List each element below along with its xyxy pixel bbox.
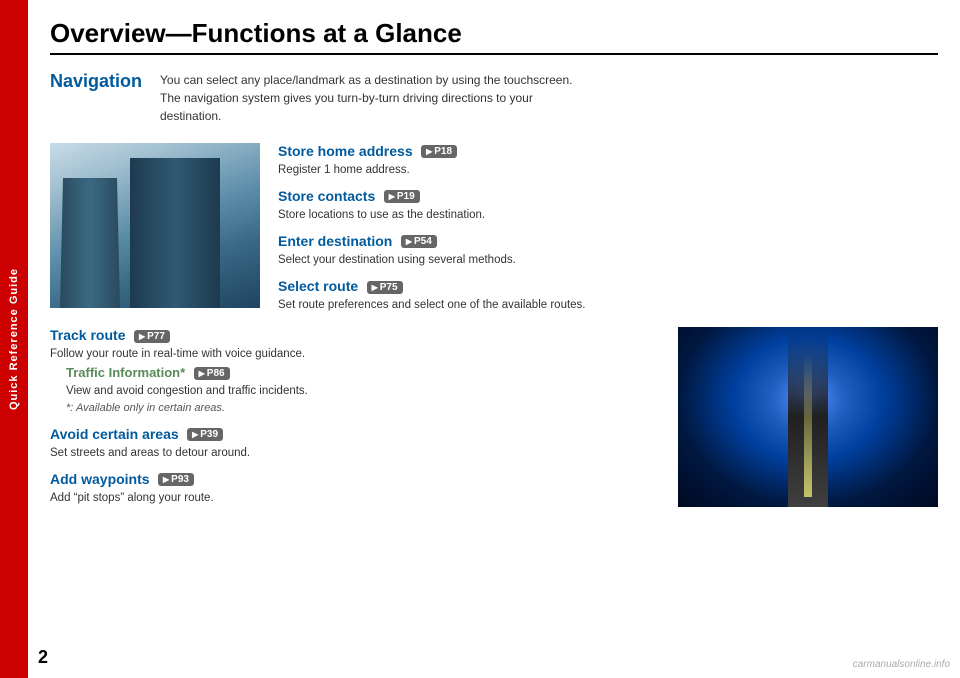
main-content: Overview—Functions at a Glance Navigatio… (28, 0, 960, 678)
building-illustration (50, 143, 260, 308)
list-item: Select route P75 Set route preferences a… (278, 278, 938, 313)
enter-destination-desc: Select your destination using several me… (278, 252, 938, 268)
bottom-items-list: Track route P77 Follow your route in rea… (50, 327, 658, 509)
watermark: carmanualsonline.info (853, 659, 950, 670)
store-home-ref: P18 (421, 145, 457, 158)
store-home-desc: Register 1 home address. (278, 162, 938, 178)
track-route-desc: Follow your route in real-time with voic… (50, 346, 658, 362)
road-illustration (678, 327, 938, 507)
store-contacts-ref: P19 (384, 190, 420, 203)
traffic-info-desc: View and avoid congestion and traffic in… (66, 383, 658, 399)
enter-destination-ref: P54 (401, 235, 437, 248)
sidebar-label: Quick Reference Guide (8, 268, 20, 410)
track-route-title: Track route (50, 327, 125, 343)
road-image (678, 327, 938, 507)
store-contacts-desc: Store locations to use as the destinatio… (278, 207, 938, 223)
traffic-info-item: Traffic Information* P86 View and avoid … (66, 364, 658, 413)
add-waypoints-title: Add waypoints (50, 471, 150, 487)
store-home-title: Store home address (278, 143, 413, 159)
track-route-ref: P77 (134, 330, 170, 343)
store-contacts-title: Store contacts (278, 188, 375, 204)
page-number: 2 (38, 647, 48, 668)
list-item: Store contacts P19 Store locations to us… (278, 188, 938, 223)
navigation-content-row: Store home address P18 Register 1 home a… (50, 143, 938, 317)
add-waypoints-ref: P93 (158, 473, 194, 486)
select-route-ref: P75 (367, 281, 403, 294)
list-item: Add waypoints P93 Add “pit stops” along … (50, 471, 658, 506)
avoid-areas-title: Avoid certain areas (50, 426, 179, 442)
page-title: Overview—Functions at a Glance (50, 18, 938, 55)
avoid-areas-ref: P39 (187, 428, 223, 441)
bottom-section: Track route P77 Follow your route in rea… (50, 327, 938, 509)
navigation-label: Navigation (50, 69, 160, 125)
enter-destination-title: Enter destination (278, 233, 392, 249)
sidebar: Quick Reference Guide (0, 0, 28, 678)
list-item: Track route P77 Follow your route in rea… (50, 327, 658, 415)
nav-items-list: Store home address P18 Register 1 home a… (278, 143, 938, 317)
navigation-description: You can select any place/landmark as a d… (160, 69, 580, 125)
list-item: Avoid certain areas P39 Set streets and … (50, 426, 658, 461)
traffic-info-title: Traffic Information* (66, 365, 185, 380)
select-route-title: Select route (278, 278, 358, 294)
list-item: Enter destination P54 Select your destin… (278, 233, 938, 268)
list-item: Store home address P18 Register 1 home a… (278, 143, 938, 178)
select-route-desc: Set route preferences and select one of … (278, 297, 938, 313)
add-waypoints-desc: Add “pit stops” along your route. (50, 490, 658, 506)
traffic-info-ref: P86 (194, 367, 230, 380)
traffic-note: *: Available only in certain areas. (66, 402, 658, 414)
navigation-section: Navigation You can select any place/land… (50, 69, 938, 125)
avoid-areas-desc: Set streets and areas to detour around. (50, 445, 658, 461)
building-image (50, 143, 260, 308)
